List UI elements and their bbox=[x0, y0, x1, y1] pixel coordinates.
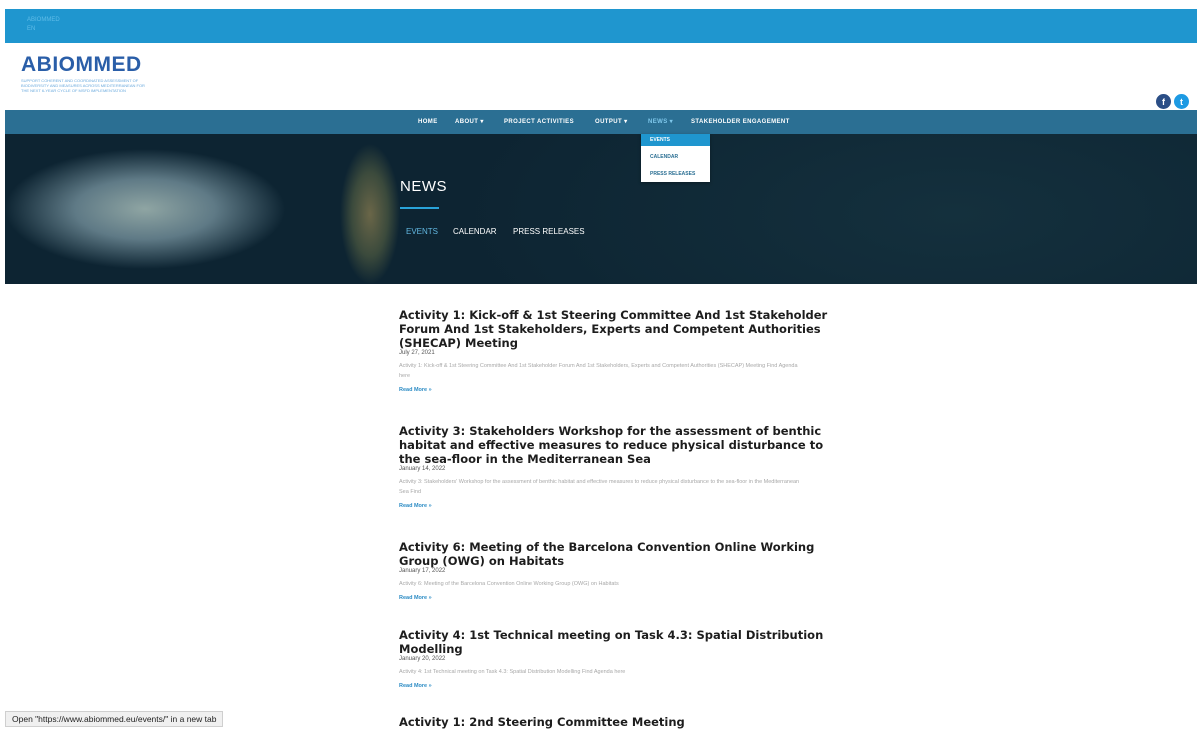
nav-output[interactable]: OUTPUT ▾ bbox=[595, 110, 628, 134]
event-excerpt: Activity 4: 1st Technical meeting on Tas… bbox=[399, 669, 626, 675]
hero-link-events[interactable]: EVENTS bbox=[406, 227, 438, 236]
read-more-link[interactable]: Read More » bbox=[399, 683, 829, 689]
dropdown-item-press-releases[interactable]: PRESS RELEASES bbox=[641, 168, 710, 180]
event-title[interactable]: Activity 1: 2nd Steering Committee Meeti… bbox=[399, 715, 829, 729]
event-item: Activity 6: Meeting of the Barcelona Con… bbox=[399, 540, 829, 601]
page-title: NEWS bbox=[400, 178, 447, 195]
nav-stakeholder-engagement[interactable]: STAKEHOLDER ENGAGEMENT bbox=[691, 110, 790, 134]
event-title[interactable]: Activity 3: Stakeholders Workshop for th… bbox=[399, 424, 829, 466]
event-title[interactable]: Activity 4: 1st Technical meeting on Tas… bbox=[399, 628, 829, 656]
hero-link-press-releases[interactable]: PRESS RELEASES bbox=[513, 227, 585, 236]
event-item: Activity 1: Kick-off & 1st Steering Comm… bbox=[399, 308, 829, 393]
browser-status-bar: Open "https://www.abiommed.eu/events/" i… bbox=[5, 711, 224, 727]
event-date: January 20, 2022 bbox=[399, 656, 446, 662]
event-item: Activity 4: 1st Technical meeting on Tas… bbox=[399, 628, 829, 689]
dropdown-item-events[interactable]: EVENTS bbox=[641, 134, 710, 146]
event-date: January 17, 2022 bbox=[399, 568, 446, 574]
event-excerpt: Activity 1: Kick-off & 1st Steering Comm… bbox=[399, 363, 798, 379]
top-bar: ABIOMMED EN bbox=[5, 9, 1197, 43]
event-excerpt: Activity 3: Stakeholders' Workshop for t… bbox=[399, 479, 800, 495]
title-underline bbox=[400, 207, 439, 209]
event-title[interactable]: Activity 6: Meeting of the Barcelona Con… bbox=[399, 540, 829, 568]
event-item: Activity 3: Stakeholders Workshop for th… bbox=[399, 424, 829, 509]
dropdown-item-calendar[interactable]: CALENDAR bbox=[641, 151, 710, 163]
nav-project-activities[interactable]: PROJECT ACTIVITIES bbox=[504, 110, 574, 134]
hero-link-calendar[interactable]: CALENDAR bbox=[453, 227, 497, 236]
event-item: Activity 1: 2nd Steering Committee Meeti… bbox=[399, 715, 829, 729]
main-nav: HOME ABOUT ▾ PROJECT ACTIVITIES OUTPUT ▾… bbox=[5, 110, 1197, 134]
news-hero-banner bbox=[5, 134, 1197, 284]
twitter-icon[interactable]: t bbox=[1174, 94, 1189, 109]
event-title[interactable]: Activity 1: Kick-off & 1st Steering Comm… bbox=[399, 308, 829, 350]
news-dropdown-menu: EVENTS CALENDAR PRESS RELEASES bbox=[641, 134, 710, 182]
top-bar-language[interactable]: EN bbox=[27, 26, 35, 32]
nav-about[interactable]: ABOUT ▾ bbox=[455, 110, 484, 134]
event-date: July 27, 2021 bbox=[399, 350, 435, 356]
read-more-link[interactable]: Read More » bbox=[399, 595, 829, 601]
facebook-icon[interactable]: f bbox=[1156, 94, 1171, 109]
top-bar-text: ABIOMMED bbox=[27, 17, 60, 23]
nav-home[interactable]: HOME bbox=[418, 110, 438, 134]
event-date: January 14, 2022 bbox=[399, 466, 446, 472]
read-more-link[interactable]: Read More » bbox=[399, 503, 829, 509]
event-excerpt: Activity 6: Meeting of the Barcelona Con… bbox=[399, 581, 619, 587]
site-tagline: SUPPORT COHERENT AND COORDINATED ASSESSM… bbox=[21, 78, 145, 93]
read-more-link[interactable]: Read More » bbox=[399, 387, 829, 393]
nav-news[interactable]: NEWS ▾ bbox=[648, 110, 673, 134]
site-logo[interactable]: ABIOMMED bbox=[21, 53, 142, 77]
